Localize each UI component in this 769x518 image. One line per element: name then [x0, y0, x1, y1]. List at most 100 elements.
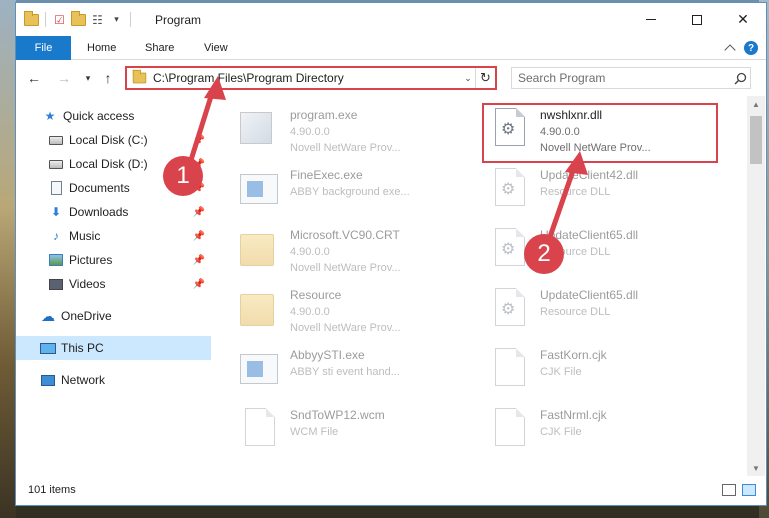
- file-name: FastKorn.cjk: [540, 348, 607, 362]
- address-path[interactable]: C:\Program Files\Program Directory: [153, 71, 461, 85]
- search-input[interactable]: [518, 71, 730, 85]
- file-item-resource[interactable]: Resource 4.90.0.0 Novell NetWare Prov...: [232, 282, 468, 338]
- tab-view[interactable]: View: [204, 36, 228, 60]
- sidebar-item-quick-access[interactable]: ★ Quick access: [16, 104, 211, 128]
- file-name: UpdateClient65.dll: [540, 288, 639, 302]
- file-item-fastnrml-cjk[interactable]: FastNrml.cjk CJK File: [482, 402, 718, 458]
- sidebar-item-downloads[interactable]: ⬇ Downloads 📌: [16, 200, 211, 224]
- search-icon[interactable]: [730, 72, 750, 85]
- minimize-icon: [646, 19, 656, 20]
- status-bar: 101 items: [16, 477, 766, 505]
- chevron-down-icon[interactable]: ⌄: [461, 73, 475, 84]
- back-button[interactable]: ←: [24, 70, 44, 86]
- search-box[interactable]: [511, 67, 751, 89]
- music-icon: ♪: [53, 229, 59, 243]
- sidebar-item-label: OneDrive: [61, 309, 112, 323]
- cloud-icon: ☁: [41, 307, 55, 324]
- details-view-icon[interactable]: [722, 484, 736, 496]
- maximize-icon: [692, 14, 702, 25]
- file-description: WCM File: [290, 426, 339, 438]
- title-bar[interactable]: ☑ ☷ ▾ Program ✕: [16, 3, 766, 36]
- refresh-button[interactable]: ↻: [475, 68, 495, 88]
- disk-icon: [48, 156, 64, 172]
- sidebar-item-videos[interactable]: Videos 📌: [16, 272, 211, 296]
- file-item-fineexec-exe[interactable]: FineExec.exe ABBY background exe...: [232, 162, 468, 218]
- forward-button[interactable]: →: [54, 70, 74, 86]
- file-item-fastkorn-cjk[interactable]: FastKorn.cjk CJK File: [482, 342, 718, 398]
- file-item-updateclient65-dll[interactable]: ⚙ UpdateClient65.dll Resource DLL: [482, 282, 718, 338]
- minimize-button[interactable]: [628, 3, 674, 36]
- file-item-microsoft-vc90-crt[interactable]: Microsoft.VC90.CRT 4.90.0.0 Novell NetWa…: [232, 222, 468, 278]
- help-icon[interactable]: ?: [744, 41, 758, 55]
- view-toggles: [722, 484, 756, 496]
- file-item-updateclient42-dll[interactable]: ⚙ UpdateClient42.dll Resource DLL: [482, 162, 718, 218]
- step-badge-1: 1: [163, 156, 203, 196]
- sidebar-item-label: Quick access: [63, 109, 135, 123]
- pictures-icon: [48, 252, 64, 268]
- target-file-highlight: [482, 103, 718, 163]
- address-bar[interactable]: C:\Program Files\Program Directory ⌄ ↻: [125, 66, 497, 90]
- vertical-scrollbar[interactable]: ▲ ▼: [747, 96, 765, 476]
- address-row: ← → ▾ ↑ C:\Program Files\Program Directo…: [16, 61, 766, 95]
- app-icon: [240, 168, 280, 212]
- sidebar-item-this-pc[interactable]: This PC: [16, 336, 211, 360]
- documents-icon: [48, 180, 64, 196]
- scrollbar-thumb[interactable]: [750, 116, 762, 164]
- chevron-down-icon[interactable]: ▾: [109, 12, 124, 27]
- file-item-sndtowp12-wcm[interactable]: SndToWP12.wcm WCM File: [232, 402, 468, 458]
- file-icon: [490, 408, 530, 452]
- file-description: Resource DLL: [540, 186, 611, 198]
- file-version: 4.90.0.0: [290, 246, 330, 258]
- computer-icon: [40, 340, 56, 356]
- up-button[interactable]: ↑: [98, 70, 118, 86]
- file-name: UpdateClient42.dll: [540, 168, 639, 182]
- sidebar-item-label: This PC: [61, 341, 104, 355]
- tab-file[interactable]: File: [16, 36, 71, 60]
- recent-locations-button[interactable]: ▾: [78, 70, 98, 86]
- file-description: Novell NetWare Prov...: [290, 262, 401, 274]
- file-item-program-exe[interactable]: program.exe 4.90.0.0 Novell NetWare Prov…: [232, 102, 468, 158]
- window-title: Program: [155, 13, 202, 27]
- file-name: FastNrml.cjk: [540, 408, 607, 422]
- file-description: CJK File: [540, 426, 582, 438]
- close-button[interactable]: ✕: [720, 3, 766, 36]
- sidebar-item-music[interactable]: ♪ Music 📌: [16, 224, 211, 248]
- file-item-abbyysti-exe[interactable]: AbbyySTI.exe ABBY sti event hand...: [232, 342, 468, 398]
- app-icon: [240, 348, 280, 392]
- tab-share[interactable]: Share: [145, 36, 174, 60]
- toolbar-separator: [45, 12, 46, 27]
- new-folder-icon[interactable]: [71, 10, 86, 27]
- file-item-updateclient65-dll[interactable]: ⚙ UpdateClient65.dll Resource DLL: [482, 222, 718, 278]
- file-name: Microsoft.VC90.CRT: [290, 228, 400, 242]
- sidebar-item-network[interactable]: Network: [16, 368, 211, 392]
- file-icon: [490, 348, 530, 392]
- tab-home[interactable]: Home: [87, 36, 116, 60]
- customize-toolbar-icon[interactable]: ☷: [90, 12, 105, 27]
- file-explorer-window: ☑ ☷ ▾ Program ✕ File Home Share View ? ←…: [15, 2, 767, 506]
- sidebar-item-onedrive[interactable]: ☁ OneDrive: [16, 304, 211, 328]
- ribbon-controls: ?: [724, 41, 758, 56]
- file-name: FineExec.exe: [290, 168, 363, 182]
- sidebar-item-pictures[interactable]: Pictures 📌: [16, 248, 211, 272]
- star-icon: ★: [44, 109, 56, 123]
- scroll-up-icon[interactable]: ▲: [747, 96, 765, 112]
- dll-icon: ⚙: [490, 288, 530, 332]
- sidebar-item-label: Documents: [69, 181, 130, 195]
- sidebar-item-label: Music: [69, 229, 101, 243]
- sidebar-item-label: Local Disk (C:): [69, 133, 148, 147]
- file-version: 4.90.0.0: [290, 126, 330, 138]
- sidebar-item-local-disk-c[interactable]: Local Disk (C:) 📌: [16, 128, 211, 152]
- expand-ribbon-icon[interactable]: [724, 44, 736, 56]
- file-description: Resource DLL: [540, 306, 611, 318]
- maximize-button[interactable]: [674, 3, 720, 36]
- folder-icon: [240, 228, 280, 272]
- file-description: ABBY background exe...: [290, 186, 410, 198]
- navigation-pane: ★ Quick access Local Disk (C:) 📌 Local D…: [16, 96, 211, 476]
- large-icons-view-icon[interactable]: [742, 484, 756, 496]
- scroll-down-icon[interactable]: ▼: [747, 460, 765, 476]
- quick-access-toolbar: ☑ ☷ ▾: [24, 10, 133, 27]
- properties-icon[interactable]: ☑: [52, 12, 67, 27]
- sidebar-item-label: Downloads: [69, 205, 129, 219]
- desktop-background-left: [0, 0, 16, 518]
- file-name: program.exe: [290, 108, 358, 122]
